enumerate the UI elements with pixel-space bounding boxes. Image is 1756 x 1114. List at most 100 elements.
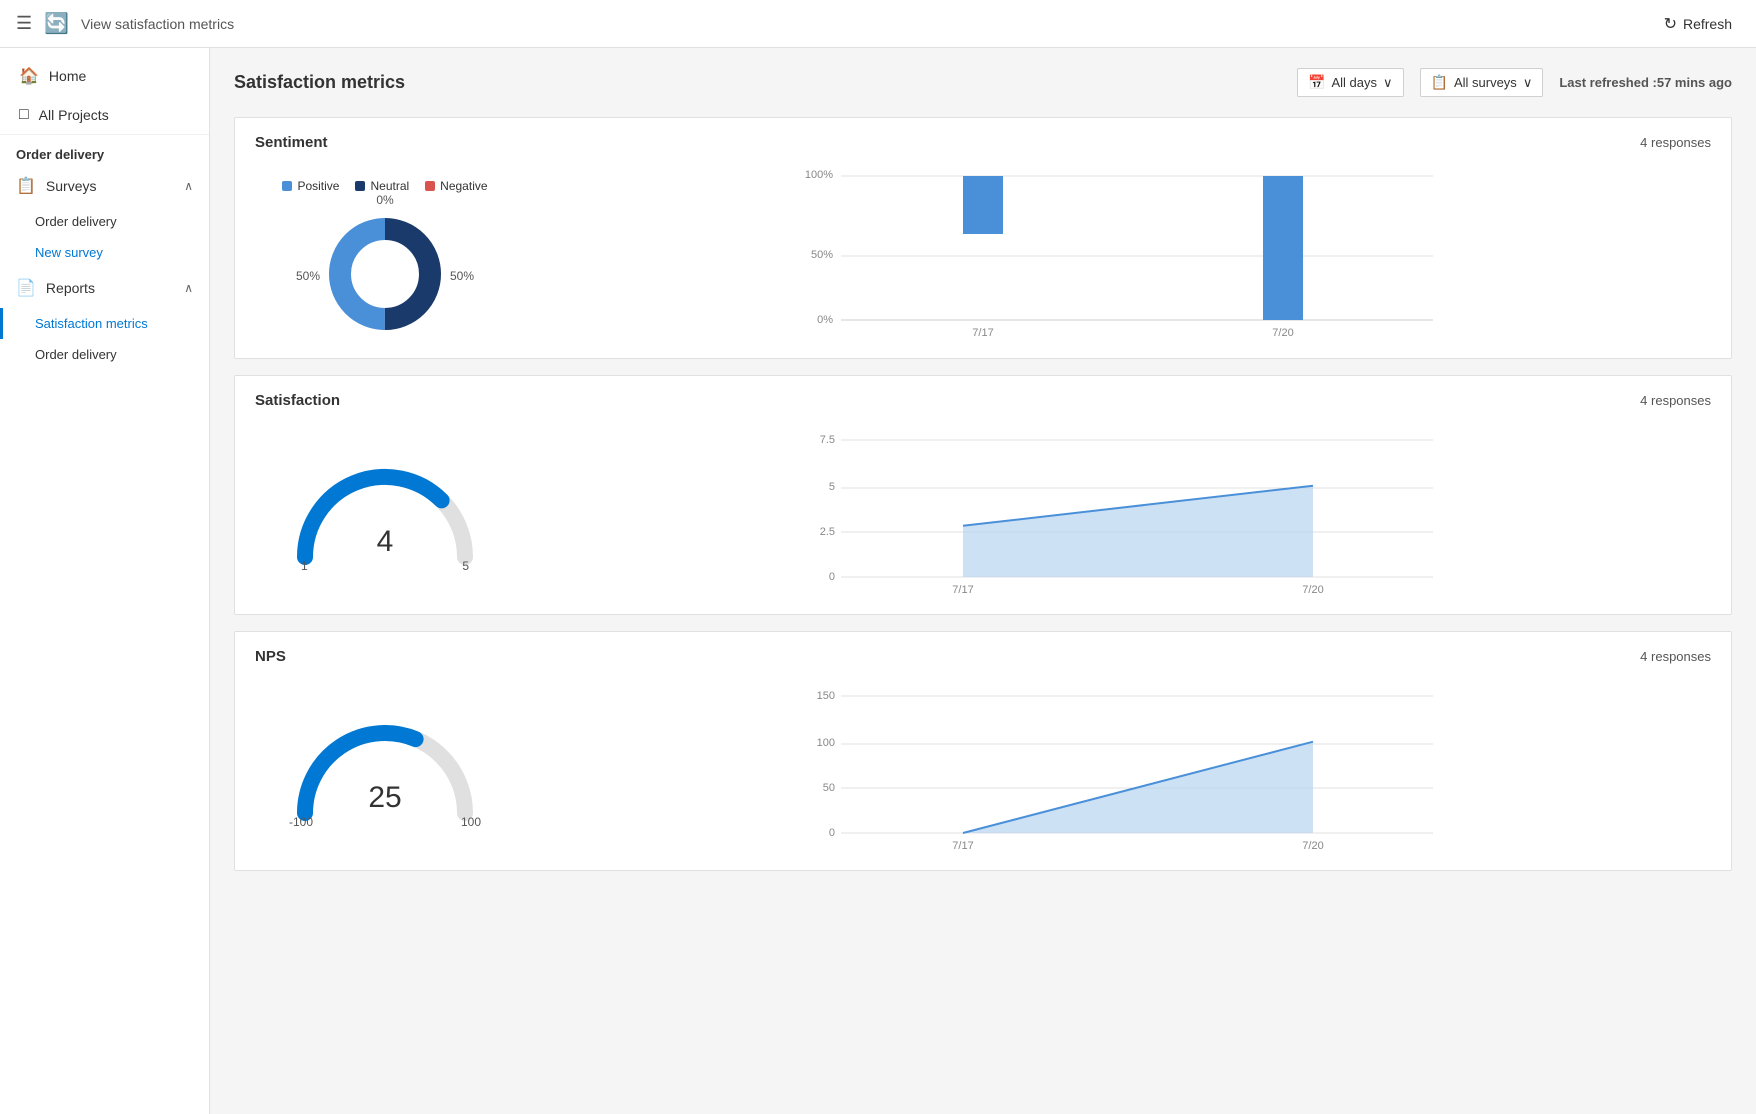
nps-card-body: 25 -100 100 0 50 100 150 (255, 681, 1711, 854)
donut-chart (320, 209, 450, 339)
nps-area-chart: 0 50 100 150 (555, 681, 1711, 854)
nps-area-svg: 0 50 100 150 (555, 681, 1711, 851)
legend-neutral: Neutral (355, 179, 409, 193)
sidebar-reports-group[interactable]: 📄 Reports ∧ (0, 268, 209, 308)
satisfaction-title: Satisfaction (255, 392, 340, 409)
nps-gauge-max: 100 (461, 815, 481, 829)
neutral-dot (355, 181, 365, 191)
satisfaction-metrics-label: Satisfaction metrics (35, 316, 148, 331)
svg-text:0: 0 (829, 827, 835, 839)
sidebar-item-order-delivery-survey[interactable]: Order delivery (0, 206, 209, 237)
breadcrumb-text: View satisfaction metrics (81, 16, 234, 32)
satisfaction-area-svg: 0 2.5 5 7.5 (555, 425, 1711, 595)
legend-positive: Positive (282, 179, 339, 193)
svg-text:5: 5 (829, 481, 835, 493)
satisfaction-responses: 4 responses (1640, 393, 1711, 408)
sidebar: 🏠 Home □ All Projects Order delivery 📋 S… (0, 48, 210, 1114)
satisfaction-gauge-area: 4 1 5 (255, 447, 515, 577)
sidebar-item-home[interactable]: 🏠 Home (0, 56, 209, 96)
svg-text:7.5: 7.5 (820, 434, 835, 446)
home-icon: 🏠 (19, 66, 39, 86)
nps-gauge-area: 25 -100 100 (255, 703, 515, 833)
svg-text:7/20: 7/20 (1302, 584, 1323, 595)
surveys-filter-dropdown[interactable]: 📋 All surveys ∨ (1420, 68, 1544, 97)
sidebar-section-order-delivery: Order delivery (0, 135, 209, 166)
sidebar-item-satisfaction-metrics[interactable]: Satisfaction metrics (0, 308, 209, 339)
days-filter-label: All days (1331, 75, 1377, 90)
sentiment-legend: Positive Neutral Negative (282, 179, 487, 193)
satisfaction-card-body: 4 1 5 0 2.5 5 7.5 (255, 425, 1711, 598)
sidebar-projects-label: All Projects (39, 107, 109, 123)
header-controls: 📅 All days ∨ 📋 All surveys ∨ Last refres… (1297, 68, 1732, 97)
reports-chevron: ∧ (184, 281, 193, 295)
sidebar-item-new-survey[interactable]: New survey (0, 237, 209, 268)
donut-pct-top: 0% (376, 193, 393, 207)
svg-text:2.5: 2.5 (820, 526, 835, 538)
nps-card: NPS 4 responses (234, 631, 1732, 871)
order-delivery-survey-label: Order delivery (35, 214, 117, 229)
donut-pct-left: 50% (296, 269, 320, 283)
sidebar-item-all-projects[interactable]: □ All Projects (0, 96, 209, 134)
reports-label: Reports (46, 280, 95, 296)
last-refreshed-label: Last refreshed :57 mins ago (1559, 75, 1732, 90)
satisfaction-area-chart: 0 2.5 5 7.5 (555, 425, 1711, 598)
sentiment-card-header: Sentiment 4 responses (255, 134, 1711, 151)
donut-wrapper: 0% 50% 50% (320, 209, 450, 342)
sidebar-surveys-group[interactable]: 📋 Surveys ∧ (0, 166, 209, 206)
nps-title: NPS (255, 648, 286, 665)
svg-text:150: 150 (817, 690, 835, 702)
nps-card-header: NPS 4 responses (255, 648, 1711, 665)
positive-dot (282, 181, 292, 191)
sentiment-bar-chart: 100% 50% 0% (555, 168, 1711, 341)
svg-text:7/17: 7/17 (972, 327, 993, 338)
neutral-label: Neutral (370, 179, 409, 193)
sentiment-donut-area: Positive Neutral Negative 0% 50 (255, 167, 515, 342)
page-title: Satisfaction metrics (234, 72, 405, 93)
nps-responses: 4 responses (1640, 649, 1711, 664)
surveys-chevron-icon: ∨ (1523, 75, 1533, 91)
calendar-icon: 📅 (1308, 74, 1325, 91)
surveys-chevron: ∧ (184, 179, 193, 193)
svg-text:100%: 100% (805, 169, 833, 181)
days-chevron-icon: ∨ (1383, 75, 1393, 91)
content-header: Satisfaction metrics 📅 All days ∨ 📋 All … (234, 68, 1732, 97)
svg-text:50%: 50% (811, 249, 833, 261)
sentiment-responses: 4 responses (1640, 135, 1711, 150)
sentiment-card: Sentiment 4 responses Positive Neutral (234, 117, 1732, 359)
order-delivery-report-label: Order delivery (35, 347, 117, 362)
sentiment-card-body: Positive Neutral Negative 0% 50 (255, 167, 1711, 342)
svg-text:50: 50 (823, 782, 835, 794)
positive-label: Positive (297, 179, 339, 193)
sentiment-title: Sentiment (255, 134, 328, 151)
nps-gauge-value: 25 (368, 781, 401, 815)
sentiment-bar-svg: 100% 50% 0% (555, 168, 1711, 338)
days-filter-dropdown[interactable]: 📅 All days ∨ (1297, 68, 1403, 97)
breadcrumb-icon: 🔄 (44, 11, 69, 36)
refresh-label: Refresh (1683, 16, 1732, 32)
satisfaction-gauge-value: 4 (377, 525, 394, 559)
reports-icon: 📄 (16, 278, 36, 298)
satisfaction-card-header: Satisfaction 4 responses (255, 392, 1711, 409)
legend-negative: Negative (425, 179, 487, 193)
surveys-icon: 📋 (16, 176, 36, 196)
surveys-filter-label: All surveys (1454, 75, 1517, 90)
svg-text:0: 0 (829, 571, 835, 583)
nps-gauge-min: -100 (289, 815, 313, 829)
satisfaction-gauge-wrapper: 4 1 5 (285, 447, 485, 577)
svg-text:7/20: 7/20 (1272, 327, 1293, 338)
new-survey-label: New survey (35, 245, 103, 260)
sidebar-item-order-delivery-report[interactable]: Order delivery (0, 339, 209, 370)
donut-pct-right: 50% (450, 269, 474, 283)
sidebar-home-label: Home (49, 68, 86, 84)
refresh-button[interactable]: ↻ Refresh (1656, 10, 1740, 38)
nps-gauge-wrapper: 25 -100 100 (285, 703, 485, 833)
satisfaction-card: Satisfaction 4 responses (234, 375, 1732, 615)
content-area: Satisfaction metrics 📅 All days ∨ 📋 All … (210, 48, 1756, 1114)
surveys-filter-icon: 📋 (1431, 74, 1448, 91)
svg-text:100: 100 (817, 737, 835, 749)
svg-text:7/20: 7/20 (1302, 840, 1323, 851)
svg-text:7/17: 7/17 (952, 584, 973, 595)
projects-icon: □ (19, 106, 29, 124)
hamburger-icon[interactable]: ☰ (16, 13, 32, 34)
negative-label: Negative (440, 179, 487, 193)
